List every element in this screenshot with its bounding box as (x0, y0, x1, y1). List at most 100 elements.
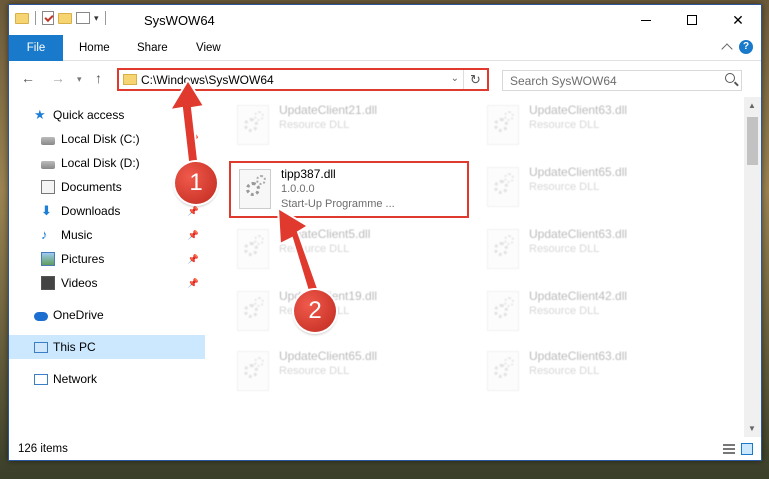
new-folder-icon[interactable] (58, 12, 72, 24)
pin-icon[interactable]: 📌 (188, 206, 199, 217)
file-item[interactable]: UpdateClient63.dll Resource DLL (479, 345, 719, 395)
sidebar-item-label: This PC (53, 340, 96, 354)
maximize-button[interactable] (669, 5, 715, 35)
network-icon (34, 373, 48, 385)
file-version: 1.0.0.0 (281, 183, 315, 195)
expand-ribbon-chevron-icon[interactable] (721, 43, 733, 55)
dll-file-icon (237, 229, 269, 269)
minimize-button[interactable] (623, 5, 669, 35)
sidebar-item-label: Music (61, 228, 93, 242)
star-icon: ★ (34, 107, 46, 122)
download-icon: ⬇ (41, 203, 52, 218)
pictures-icon (41, 252, 55, 266)
dll-file-icon (237, 291, 269, 331)
sidebar-item-downloads[interactable]: ⬇ Downloads 📌 (9, 199, 205, 223)
disk-icon (41, 160, 55, 169)
sidebar-item-label: Local Disk (D:) (61, 156, 140, 170)
dll-file-icon (237, 351, 269, 391)
status-bar: 126 items (9, 438, 761, 460)
forward-arrow-icon[interactable]: → (51, 70, 65, 86)
file-item[interactable]: UpdateClient19.dll Resource DLL (229, 285, 469, 335)
up-arrow-icon[interactable]: ↑ (95, 70, 102, 86)
file-type: Resource DLL (529, 243, 600, 255)
sidebar-item-label: Local Disk (C:) (61, 132, 140, 146)
properties-check-icon[interactable] (42, 11, 54, 25)
disk-icon (41, 136, 55, 145)
file-item[interactable]: UpdateClient65.dll Resource DLL (229, 345, 469, 395)
sidebar-item-videos[interactable]: Videos 📌 (9, 271, 205, 295)
file-item[interactable]: UpdateClient63.dll Resource DLL (479, 99, 719, 149)
search-box[interactable]: Search SysWOW64 (502, 70, 742, 91)
item-count: 126 items (18, 443, 68, 455)
file-item[interactable]: UpdateClient63.dll Resource DLL (479, 223, 719, 273)
ribbon-tabs: File Home Share View ? (9, 35, 761, 61)
sidebar-item-label: Downloads (61, 204, 121, 218)
file-type: Resource DLL (279, 119, 350, 131)
folder-icon (15, 12, 29, 24)
dll-file-icon (239, 169, 271, 209)
sidebar-item-music[interactable]: ♪ Music 📌 (9, 223, 205, 247)
file-item[interactable]: UpdateClient42.dll Resource DLL (479, 285, 719, 335)
pin-icon[interactable]: 📌 (188, 278, 199, 289)
vertical-scrollbar[interactable]: ▲ ▼ (744, 97, 761, 437)
dll-file-icon (487, 105, 519, 145)
sidebar-item-this-pc[interactable]: This PC (9, 335, 205, 359)
file-type: Resource DLL (529, 119, 600, 131)
file-name: UpdateClient63.dll (529, 103, 628, 117)
dll-file-icon (487, 167, 519, 207)
search-icon[interactable] (725, 73, 735, 83)
scroll-up-arrow-icon[interactable]: ▲ (748, 101, 756, 110)
videos-icon (41, 276, 55, 290)
file-type: Resource DLL (279, 365, 350, 377)
sidebar-item-label: Pictures (61, 252, 105, 266)
tiles-view-icon[interactable] (741, 443, 753, 455)
tab-file[interactable]: File (9, 35, 63, 61)
sidebar-item-network[interactable]: Network (9, 367, 205, 391)
refresh-icon[interactable]: ↻ (463, 70, 487, 89)
file-item[interactable]: UpdateClient21.dll Resource DLL (229, 99, 469, 149)
view-properties-icon[interactable] (76, 12, 90, 24)
file-type: Resource DLL (529, 365, 600, 377)
customize-toolbar-dropdown-icon[interactable]: ▾ (94, 13, 99, 24)
annotation-badge-1: 1 (175, 162, 217, 204)
file-name: UpdateClient63.dll (529, 227, 628, 241)
file-name: UpdateClient63.dll (529, 349, 628, 363)
title-bar: ▾ SysWOW64 ✕ (9, 5, 761, 35)
sidebar-item-label: Videos (61, 276, 98, 290)
folder-icon (123, 74, 137, 85)
file-item-tipp387[interactable]: tipp387.dll 1.0.0.0 Start-Up Programme .… (229, 161, 469, 218)
tab-view[interactable]: View (182, 35, 235, 61)
pin-icon[interactable]: 📌 (188, 230, 199, 241)
sidebar-item-onedrive[interactable]: OneDrive (9, 303, 205, 327)
pin-icon[interactable]: 📌 (188, 254, 199, 265)
search-placeholder[interactable]: Search SysWOW64 (510, 74, 617, 88)
file-explorer-window: ▾ SysWOW64 ✕ File Home Share View ? ← → … (8, 4, 762, 461)
navigation-bar: ← → ▾ ↑ C:\Windows\SysWOW64 ⌄ ↻ Search S… (9, 62, 761, 96)
sidebar-item-label: Network (53, 372, 98, 386)
dll-file-icon (487, 291, 519, 331)
this-pc-icon (34, 341, 48, 353)
documents-icon (41, 180, 55, 194)
dll-file-icon (237, 105, 269, 145)
file-type: Resource DLL (529, 181, 600, 193)
help-icon[interactable]: ? (739, 40, 753, 54)
tab-home[interactable]: Home (65, 35, 124, 61)
scrollbar-thumb[interactable] (747, 117, 758, 165)
close-button[interactable]: ✕ (715, 5, 761, 35)
file-item[interactable]: UpdateClient5.dll Resource DLL (229, 223, 469, 273)
tab-share[interactable]: Share (123, 35, 182, 61)
file-name: tipp387.dll (281, 167, 336, 181)
address-dropdown-icon[interactable]: ⌄ (451, 73, 459, 84)
quick-access-toolbar: ▾ (15, 11, 108, 25)
details-view-icon[interactable] (723, 444, 735, 454)
back-arrow-icon[interactable]: ← (21, 70, 35, 86)
sidebar-item-label: OneDrive (53, 308, 104, 322)
file-name: UpdateClient65.dll (279, 349, 378, 363)
annotation-badge-2: 2 (294, 290, 336, 332)
scroll-down-arrow-icon[interactable]: ▼ (748, 424, 756, 433)
divider (104, 11, 106, 25)
sidebar-item-pictures[interactable]: Pictures 📌 (9, 247, 205, 271)
dll-file-icon (487, 351, 519, 391)
recent-locations-dropdown-icon[interactable]: ▾ (77, 74, 82, 85)
file-item[interactable]: UpdateClient65.dll Resource DLL (479, 161, 719, 211)
